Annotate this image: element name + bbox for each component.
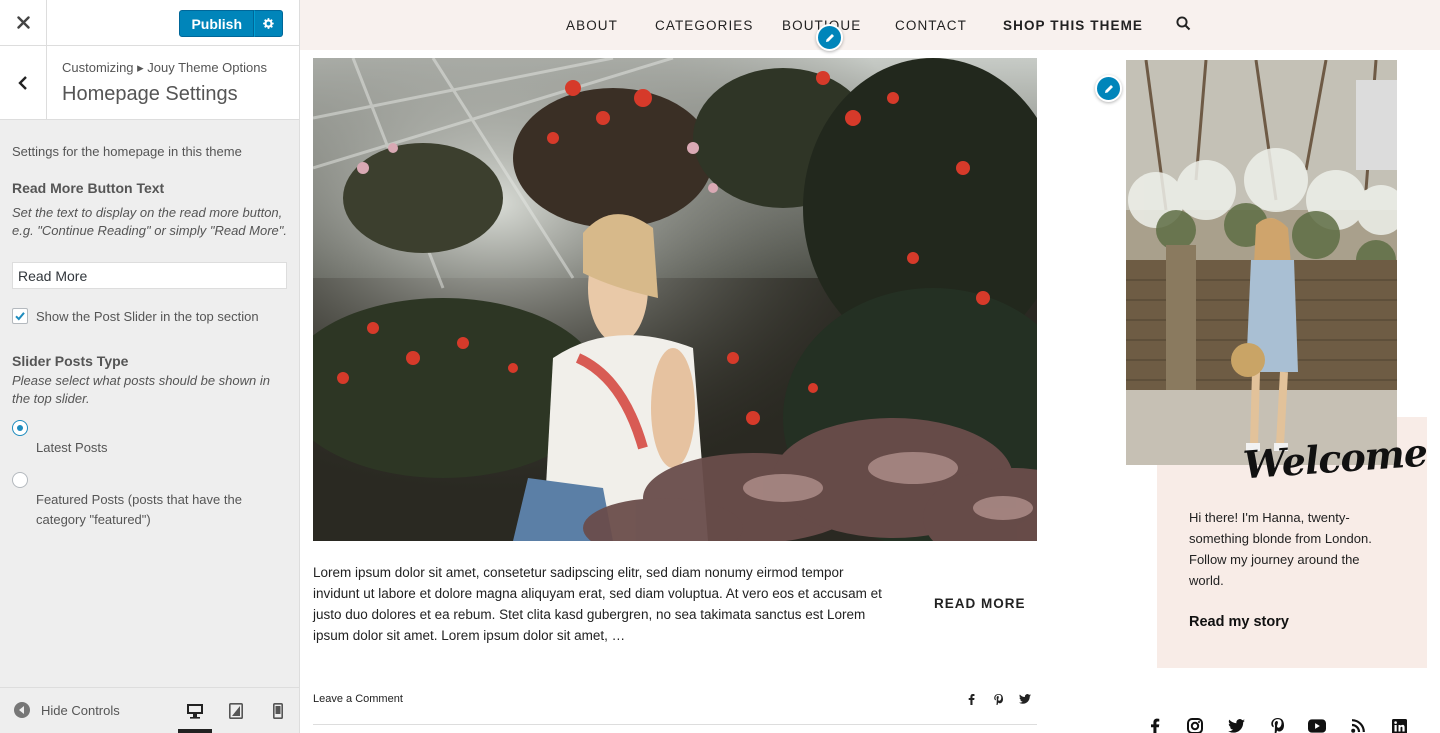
preview-desktop-button[interactable]: [178, 700, 212, 733]
about-photo[interactable]: [1126, 60, 1397, 465]
linkedin-icon: [1391, 718, 1407, 733]
leave-comment-link[interactable]: Leave a Comment: [313, 693, 403, 705]
radio-latest-posts[interactable]: [12, 420, 28, 436]
twitter-icon: [1227, 719, 1245, 733]
preview-mobile-button[interactable]: [266, 700, 290, 722]
post-slider-checkbox-row[interactable]: Show the Post Slider in the top section: [12, 308, 259, 324]
social-pinterest-link[interactable]: [1268, 717, 1286, 733]
instagram-icon: [1187, 718, 1203, 733]
publish-group: Publish: [179, 10, 283, 37]
share-pinterest-button[interactable]: [991, 692, 1005, 706]
youtube-icon: [1308, 719, 1326, 733]
collapse-arrow-icon: [14, 702, 30, 718]
post-excerpt: Lorem ipsum dolor sit amet, consetetur s…: [313, 565, 882, 643]
post-divider: [313, 724, 1037, 725]
edit-menu-shortcut[interactable]: [816, 24, 843, 51]
customizer-sidebar: Publish Customizing ▸ Jouy Theme Options…: [0, 0, 300, 733]
nav-about[interactable]: ABOUT: [566, 18, 618, 33]
publish-button[interactable]: Publish: [179, 10, 254, 37]
pinterest-icon: [993, 693, 1003, 705]
edit-about-widget-shortcut[interactable]: [1095, 75, 1122, 102]
social-linkedin-link[interactable]: [1390, 717, 1408, 733]
section-header: Customizing ▸ Jouy Theme Options Homepag…: [0, 46, 299, 120]
back-button[interactable]: [0, 46, 47, 119]
read-more-description: Set the text to display on the read more…: [12, 205, 287, 238]
radio-latest-posts-label: Latest Posts: [36, 440, 108, 455]
gear-icon: [263, 18, 274, 29]
share-facebook-button[interactable]: [964, 692, 978, 706]
hide-controls-label: Hide Controls: [41, 702, 120, 718]
customizer-footer: Hide Controls: [0, 687, 299, 733]
social-youtube-link[interactable]: [1308, 717, 1326, 733]
close-customizer-button[interactable]: [0, 0, 47, 45]
social-instagram-link[interactable]: [1186, 717, 1204, 733]
section-title: Homepage Settings: [62, 83, 238, 105]
tablet-icon: [229, 703, 243, 719]
slider-type-title: Slider Posts Type: [12, 353, 129, 369]
read-my-story-link[interactable]: Read my story: [1189, 614, 1289, 630]
nav-contact[interactable]: CONTACT: [895, 18, 967, 33]
nav-categories[interactable]: CATEGORIES: [655, 18, 754, 33]
desktop-icon: [187, 704, 203, 719]
street-portrait-photo: [1126, 60, 1397, 465]
rss-icon: [1351, 719, 1365, 733]
customizer-header: Publish: [0, 0, 299, 46]
checkmark-icon: [15, 312, 25, 321]
read-more-title: Read More Button Text: [12, 180, 165, 196]
nav-search[interactable]: [1176, 16, 1191, 34]
breadcrumb: Customizing ▸ Jouy Theme Options: [62, 60, 267, 75]
search-icon: [1176, 16, 1191, 31]
share-twitter-button[interactable]: [1018, 692, 1032, 706]
post-featured-image[interactable]: [313, 58, 1037, 541]
read-more-text-input[interactable]: Read More: [12, 262, 287, 289]
read-more-link[interactable]: READ MORE: [934, 596, 1026, 611]
site-preview: ABOUT CATEGORIES BOUTIQUE CONTACT SHOP T…: [300, 0, 1440, 733]
publish-settings-button[interactable]: [254, 10, 283, 37]
preview-tablet-button[interactable]: [224, 700, 248, 722]
post-slider-checkbox[interactable]: [12, 308, 28, 324]
top-navigation: ABOUT CATEGORIES BOUTIQUE CONTACT SHOP T…: [300, 0, 1440, 50]
radio-featured-posts[interactable]: [12, 472, 28, 488]
social-twitter-link[interactable]: [1227, 717, 1245, 733]
social-facebook-link[interactable]: [1146, 717, 1164, 733]
twitter-icon: [1019, 694, 1031, 704]
pencil-icon: [825, 33, 834, 42]
nav-shop-this-theme[interactable]: SHOP THIS THEME: [1003, 18, 1143, 33]
facebook-icon: [968, 693, 974, 705]
hide-controls-button[interactable]: Hide Controls: [14, 702, 120, 718]
mobile-icon: [273, 703, 283, 719]
pencil-icon: [1104, 84, 1113, 93]
greenhouse-photo: [313, 58, 1037, 541]
post-slider-checkbox-label: Show the Post Slider in the top section: [36, 308, 259, 324]
slider-type-description: Please select what posts should be shown…: [12, 373, 270, 406]
radio-featured-posts-label: Featured Posts (posts that have the cate…: [36, 492, 242, 527]
about-text: Hi there! I'm Hanna, twenty-something bl…: [1189, 510, 1372, 588]
close-icon: [16, 16, 30, 29]
chevron-left-icon: [18, 75, 27, 90]
facebook-icon: [1151, 718, 1160, 733]
pinterest-icon: [1270, 718, 1284, 733]
social-rss-link[interactable]: [1349, 717, 1367, 733]
section-description: Settings for the homepage in this theme: [12, 144, 242, 159]
